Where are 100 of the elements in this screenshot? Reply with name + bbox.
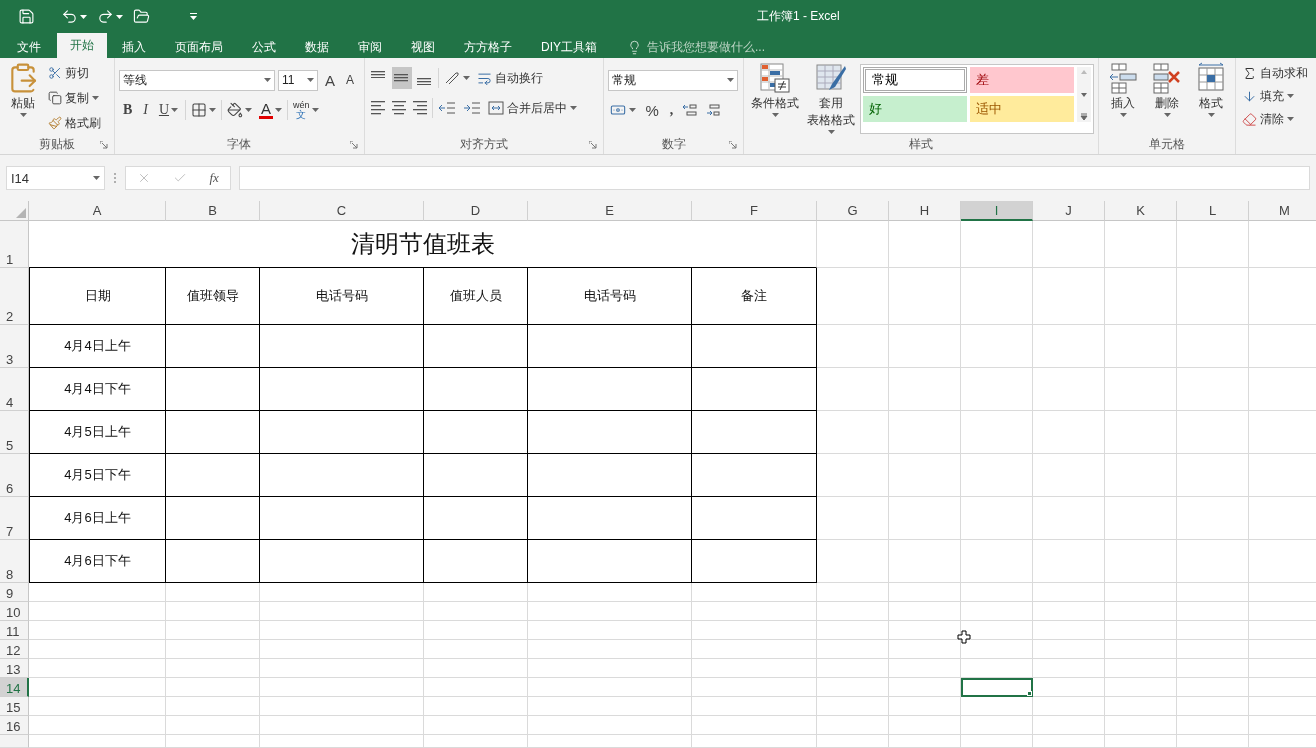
font-name-select[interactable]: 等线 bbox=[118, 69, 275, 91]
cell-style[interactable]: 好 bbox=[863, 96, 968, 122]
font-color-button[interactable]: A bbox=[257, 99, 285, 121]
row-header[interactable]: 16 bbox=[0, 716, 29, 735]
redo-button[interactable] bbox=[97, 8, 123, 25]
ribbon-tab[interactable]: 文件 bbox=[4, 36, 54, 58]
font-size-select[interactable]: 11 bbox=[277, 69, 318, 91]
fill-button[interactable]: 填充 bbox=[1240, 85, 1312, 107]
row-header[interactable]: 10 bbox=[0, 602, 29, 621]
row-header[interactable]: 5 bbox=[0, 411, 29, 454]
column-header[interactable]: M bbox=[1249, 201, 1316, 221]
dialog-launcher-icon[interactable] bbox=[349, 141, 358, 149]
caret-icon bbox=[462, 76, 470, 80]
table-cell: 4月5日下午 bbox=[64, 466, 131, 484]
conditional-formatting-button[interactable]: 条件格式 bbox=[748, 62, 803, 134]
dialog-launcher-icon[interactable] bbox=[729, 141, 738, 149]
column-header[interactable]: C bbox=[260, 201, 424, 221]
row-header[interactable]: 6 bbox=[0, 454, 29, 497]
ribbon-tab[interactable]: 开始 bbox=[57, 33, 107, 58]
row-header[interactable]: 4 bbox=[0, 368, 29, 411]
row-header[interactable]: 11 bbox=[0, 621, 29, 640]
shrink-font-button[interactable]: A bbox=[341, 69, 358, 91]
open-button[interactable] bbox=[133, 8, 150, 25]
insert-function-button[interactable]: fx bbox=[209, 170, 219, 186]
cell-style[interactable]: 差 bbox=[970, 67, 1075, 93]
row-header[interactable]: 2 bbox=[0, 268, 29, 325]
undo-button[interactable] bbox=[61, 8, 87, 25]
row-header[interactable]: 12 bbox=[0, 640, 29, 659]
dialog-launcher-icon[interactable] bbox=[589, 141, 598, 149]
italic-button[interactable]: I bbox=[139, 99, 152, 121]
clear-button[interactable]: 清除 bbox=[1240, 108, 1312, 130]
grid-cell bbox=[889, 659, 961, 678]
copy-button[interactable]: 复制 bbox=[46, 87, 103, 109]
paint-bucket-icon bbox=[227, 102, 244, 118]
tell-me-field[interactable]: 告诉我您想要做什么... bbox=[645, 39, 805, 55]
insert-button[interactable]: 插入 bbox=[1105, 62, 1142, 134]
row-header[interactable]: 3 bbox=[0, 325, 29, 368]
grid-cell bbox=[817, 716, 889, 735]
paste-button[interactable]: 粘贴 bbox=[4, 62, 42, 134]
column-header[interactable]: K bbox=[1105, 201, 1177, 221]
save-button[interactable] bbox=[18, 8, 35, 25]
ribbon-tab[interactable]: 页面布局 bbox=[162, 36, 236, 58]
ribbon-tab[interactable]: DIY工具箱 bbox=[528, 36, 610, 58]
delete-button[interactable]: 删除 bbox=[1149, 62, 1186, 134]
ribbon-tab[interactable]: 视图 bbox=[398, 36, 448, 58]
dialog-launcher-icon[interactable] bbox=[99, 141, 108, 149]
column-header[interactable]: B bbox=[166, 201, 260, 221]
column-header[interactable]: A bbox=[29, 201, 166, 221]
ribbon-tab[interactable]: 审阅 bbox=[345, 36, 395, 58]
format-button[interactable]: 格式 bbox=[1193, 62, 1230, 134]
column-header[interactable]: E bbox=[528, 201, 692, 221]
underline-button[interactable]: U bbox=[154, 99, 183, 121]
grid-cell bbox=[1105, 583, 1177, 602]
grid-cell bbox=[961, 716, 1033, 735]
delete-cells-icon bbox=[1152, 62, 1183, 94]
column-header[interactable]: J bbox=[1033, 201, 1105, 221]
format-as-table-button[interactable]: 套用 表格格式 bbox=[804, 62, 859, 134]
grid-cell bbox=[1033, 697, 1105, 716]
ribbon-tab[interactable]: 数据 bbox=[292, 36, 342, 58]
cut-button[interactable]: 剪切 bbox=[46, 62, 103, 84]
comma-button[interactable]: , bbox=[665, 99, 678, 121]
format-painter-button[interactable]: 格式刷 bbox=[46, 112, 103, 134]
grid-cell bbox=[1105, 325, 1177, 368]
number-format-select[interactable]: 常规 bbox=[608, 69, 739, 91]
bold-button[interactable]: B bbox=[118, 99, 137, 121]
active-cell[interactable] bbox=[961, 678, 1033, 697]
name-box[interactable]: I14 bbox=[6, 166, 105, 190]
percent-button[interactable]: % bbox=[641, 99, 663, 121]
column-header[interactable]: L bbox=[1177, 201, 1249, 221]
ribbon-tab[interactable]: 方方格子 bbox=[451, 36, 525, 58]
row-header[interactable]: 15 bbox=[0, 697, 29, 716]
row-header[interactable]: 1 bbox=[0, 221, 29, 268]
formula-field[interactable] bbox=[239, 166, 1310, 190]
ribbon-tab[interactable]: 插入 bbox=[109, 36, 159, 58]
autosum-button[interactable]: 自动求和 bbox=[1240, 62, 1312, 84]
cell-style[interactable]: 常规 bbox=[863, 67, 968, 93]
wrap-text-button[interactable]: 自动换行 bbox=[474, 67, 545, 89]
customize-button[interactable] bbox=[190, 13, 197, 20]
column-header[interactable]: I bbox=[961, 201, 1033, 221]
row-header[interactable]: 9 bbox=[0, 583, 29, 602]
grid-cell bbox=[889, 583, 961, 602]
paintbrush-icon bbox=[48, 116, 62, 130]
column-header[interactable]: G bbox=[817, 201, 889, 221]
column-header[interactable]: H bbox=[889, 201, 961, 221]
merge-center-button[interactable]: 合并后居中 bbox=[485, 97, 579, 119]
grow-font-button[interactable]: A bbox=[320, 69, 339, 91]
vertical-align-button[interactable] bbox=[391, 67, 412, 89]
cell-style[interactable]: 适中 bbox=[970, 96, 1075, 122]
row-header[interactable]: 14 bbox=[0, 678, 29, 697]
grid-cell bbox=[961, 735, 1033, 748]
row-header[interactable]: 8 bbox=[0, 540, 29, 583]
cursor-icon bbox=[957, 630, 971, 644]
fill-handle[interactable] bbox=[1027, 691, 1032, 696]
column-header[interactable]: D bbox=[424, 201, 528, 221]
row-header[interactable]: 7 bbox=[0, 497, 29, 540]
phonetic-button[interactable]: wén 文 bbox=[291, 98, 321, 122]
ribbon-tab[interactable]: 公式 bbox=[239, 36, 289, 58]
group-label: 数字 bbox=[661, 135, 686, 153]
column-header[interactable]: F bbox=[692, 201, 817, 221]
row-header[interactable]: 13 bbox=[0, 659, 29, 678]
